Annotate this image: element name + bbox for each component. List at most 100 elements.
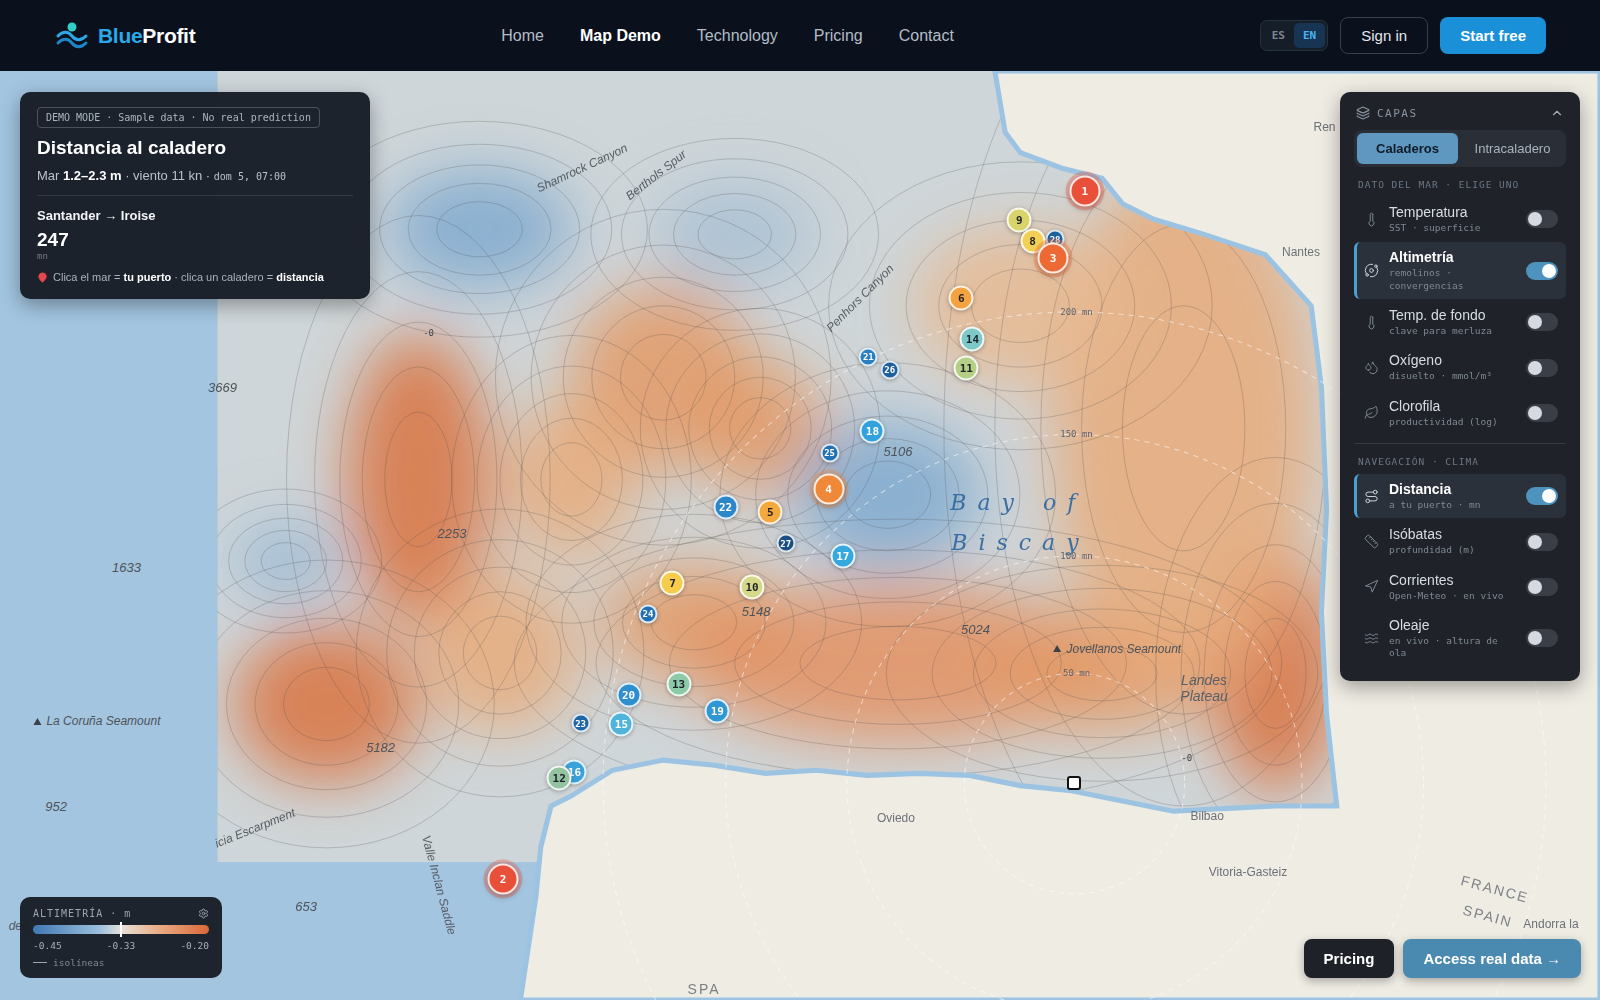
layer-tabs: CaladerosIntracaladero bbox=[1354, 130, 1566, 167]
nav-link[interactable]: Contact bbox=[899, 27, 954, 45]
layer-row[interactable]: Isóbatasprofundidad (m) bbox=[1354, 519, 1566, 563]
fishing-ground-pin[interactable]: 27 bbox=[776, 534, 795, 553]
layers-panel: CAPASCaladerosIntracaladeroDATO DEL MAR … bbox=[1340, 92, 1580, 681]
layer-row[interactable]: Altimetríaremolinos · convergencias bbox=[1354, 242, 1566, 299]
layer-tab[interactable]: Caladeros bbox=[1357, 133, 1458, 164]
layer-icon bbox=[1364, 315, 1379, 330]
layer-toggle[interactable] bbox=[1526, 629, 1558, 647]
fishing-ground-pin[interactable]: 12 bbox=[547, 766, 572, 791]
fishing-ground-pin[interactable]: 19 bbox=[705, 698, 730, 723]
fishing-ground-pin[interactable]: 2 bbox=[488, 864, 519, 895]
collapse-button[interactable] bbox=[1550, 106, 1564, 120]
map-label: La Coruña Seamount bbox=[33, 714, 160, 728]
map-actions: PricingAccess real data → bbox=[1304, 939, 1581, 978]
layer-icon bbox=[1364, 360, 1379, 375]
app: BlueProfit Home Map Demo Technology Pricing C… bbox=[0, 0, 1600, 1000]
language-button[interactable]: EN bbox=[1294, 23, 1325, 48]
map-label: 5182 bbox=[366, 739, 395, 754]
card-title: Distancia al caladero bbox=[37, 137, 353, 159]
logo[interactable]: BlueProfit bbox=[54, 20, 195, 52]
fishing-ground-pin[interactable]: 21 bbox=[859, 347, 878, 366]
layer-row[interactable]: TemperaturaSST · superficie bbox=[1354, 197, 1566, 241]
fishing-ground-pin[interactable]: 20 bbox=[616, 683, 641, 708]
fishing-ground-pin[interactable]: 7 bbox=[660, 571, 685, 596]
layer-icon bbox=[1364, 263, 1379, 278]
fishing-ground-pin[interactable]: 18 bbox=[860, 419, 885, 444]
land bbox=[520, 71, 1600, 1000]
map-label: Shamrock Canyon bbox=[534, 141, 629, 195]
demo-badge: DEMO MODE · Sample data · No real predic… bbox=[37, 107, 320, 128]
layer-toggle[interactable] bbox=[1526, 262, 1558, 280]
layer-toggle[interactable] bbox=[1526, 404, 1558, 422]
seamount-icon bbox=[1053, 645, 1061, 652]
fishing-ground-pin[interactable]: 26 bbox=[880, 360, 899, 379]
nav-link[interactable]: Technology bbox=[697, 27, 778, 45]
layer-toggle[interactable] bbox=[1526, 533, 1558, 551]
fishing-ground-pin[interactable]: 1 bbox=[1069, 176, 1100, 207]
logo-icon bbox=[54, 20, 90, 52]
nav-link[interactable]: Home bbox=[501, 27, 544, 45]
layer-icon bbox=[1364, 579, 1379, 594]
fishing-ground-pin[interactable]: 24 bbox=[638, 604, 657, 623]
fishing-ground-pin[interactable]: 17 bbox=[830, 543, 855, 568]
layer-tab[interactable]: Intracaladero bbox=[1462, 133, 1563, 164]
layer-toggle[interactable] bbox=[1526, 578, 1558, 596]
map-label: Vitoria-Gasteiz bbox=[1209, 865, 1287, 879]
layer-row[interactable]: Clorofilaproductividad (log) bbox=[1354, 391, 1566, 435]
legend-isolines: isolíneas bbox=[33, 957, 209, 968]
fishing-ground-pin[interactable]: 14 bbox=[960, 327, 985, 352]
fishing-ground-pin[interactable]: 23 bbox=[571, 714, 590, 733]
layer-section: DATO DEL MAR · ELIGE UNOTemperaturaSST ·… bbox=[1354, 167, 1566, 435]
layer-toggle[interactable] bbox=[1526, 487, 1558, 505]
nav-link[interactable]: Map Demo bbox=[580, 27, 661, 45]
map[interactable]: Shamrock CanyonBerthols SpurPenhors Cany… bbox=[0, 71, 1600, 1000]
map-label: 1633 bbox=[112, 559, 141, 574]
action-button[interactable]: Access real data → bbox=[1403, 939, 1581, 978]
distance-unit: mn bbox=[37, 251, 353, 261]
seamount-icon bbox=[33, 718, 41, 725]
fishing-ground-pin[interactable]: 5 bbox=[758, 499, 783, 524]
fishing-ground-pin[interactable]: 22 bbox=[713, 494, 738, 519]
port-marker[interactable] bbox=[1067, 776, 1081, 790]
layer-toggle[interactable] bbox=[1526, 313, 1558, 331]
map-label: 100 mn bbox=[1060, 551, 1093, 561]
layer-toggle[interactable] bbox=[1526, 210, 1558, 228]
nav-link[interactable]: Pricing bbox=[814, 27, 863, 45]
legend: ALTIMETRÍA · m-0.45-0.33-0.20isolíneas bbox=[20, 897, 222, 978]
fishing-ground-pin[interactable]: 25 bbox=[820, 443, 839, 462]
layer-row[interactable]: Temp. de fondoclave para merluza bbox=[1354, 300, 1566, 344]
fishing-ground-pin[interactable]: 11 bbox=[954, 355, 979, 380]
map-label: icia Escarpment bbox=[213, 806, 297, 851]
fishing-ground-pin[interactable]: 4 bbox=[813, 474, 844, 505]
map-label: Berthols Spur bbox=[623, 147, 689, 203]
fishing-ground-pin[interactable]: 6 bbox=[949, 285, 974, 310]
map-label: Ren bbox=[1313, 120, 1335, 134]
action-button[interactable]: Pricing bbox=[1304, 939, 1395, 978]
map-label: SPAIN bbox=[1461, 902, 1514, 931]
start-free-button[interactable]: Start free bbox=[1440, 17, 1546, 54]
map-label: Bay of bbox=[950, 489, 1086, 514]
map-label: 2253 bbox=[438, 526, 467, 541]
map-label: Oviedo bbox=[877, 811, 915, 825]
fishing-ground-pin[interactable]: 3 bbox=[1038, 242, 1069, 273]
layer-row[interactable]: CorrientesOpen-Meteo · en vivo bbox=[1354, 565, 1566, 609]
fishing-ground-pin[interactable]: 13 bbox=[666, 672, 691, 697]
sign-in-button[interactable]: Sign in bbox=[1340, 17, 1428, 54]
layer-row[interactable]: Oxígenodisuelto · mmol/m³ bbox=[1354, 345, 1566, 389]
map-label: 200 mn bbox=[1060, 307, 1093, 317]
header-actions: ESEN Sign in Start free bbox=[1260, 17, 1546, 54]
map-label: Jovellanos Seamount bbox=[1053, 642, 1181, 656]
language-toggle: ESEN bbox=[1260, 20, 1329, 51]
map-label: 150 mn bbox=[1060, 429, 1093, 439]
fishing-ground-pin[interactable]: 15 bbox=[609, 712, 634, 737]
layer-row[interactable]: Distanciaa tu puerto · mn bbox=[1354, 474, 1566, 518]
settings-icon[interactable] bbox=[198, 908, 209, 919]
layer-toggle[interactable] bbox=[1526, 359, 1558, 377]
map-label: -0 bbox=[423, 328, 434, 338]
map-label: FRANCE bbox=[1459, 873, 1530, 906]
map-label: 952 bbox=[45, 798, 67, 813]
fishing-ground-pin[interactable]: 10 bbox=[740, 575, 765, 600]
language-button[interactable]: ES bbox=[1263, 23, 1294, 48]
info-card: DEMO MODE · Sample data · No real predic… bbox=[20, 92, 370, 299]
layer-row[interactable]: Oleajeen vivo · altura de ola bbox=[1354, 610, 1566, 667]
